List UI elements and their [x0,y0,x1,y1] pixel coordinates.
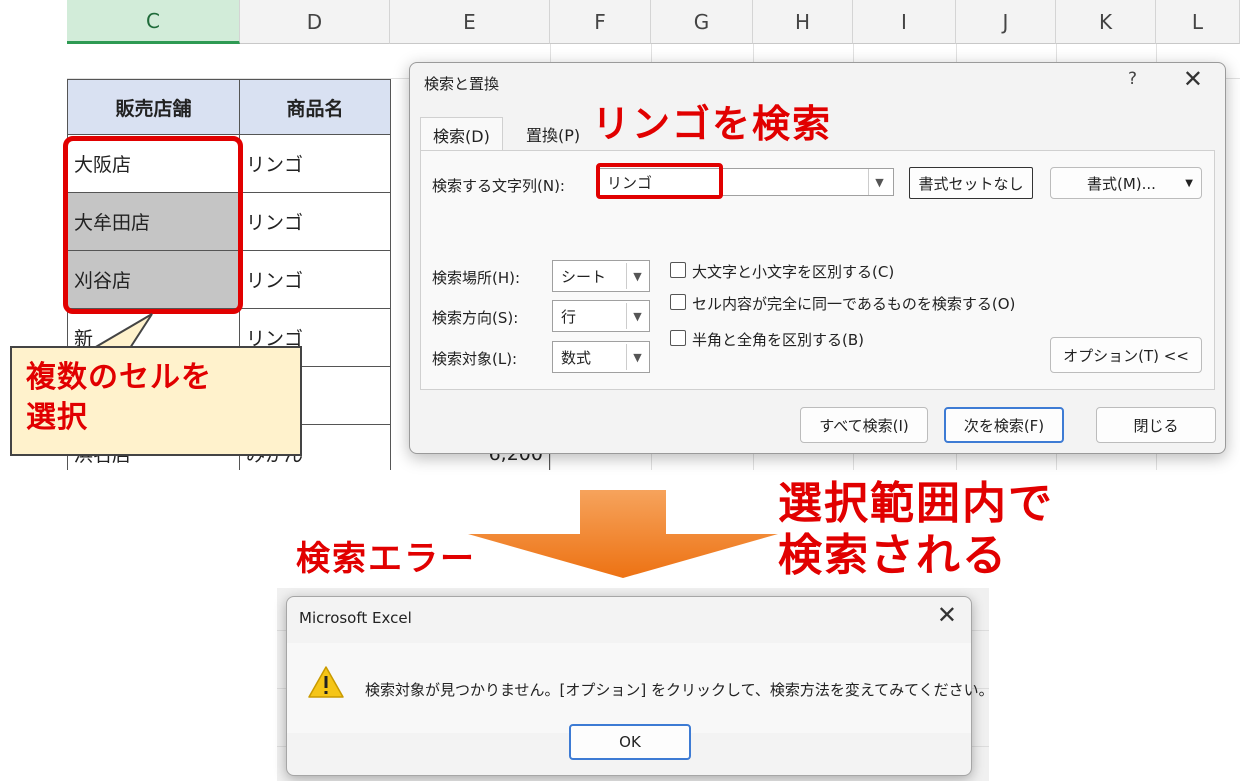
cell-product[interactable]: リンゴ [239,251,391,309]
look-in-label: 検索対象(L): [432,350,518,368]
column-header-k[interactable]: K [1056,0,1156,44]
chevron-down-icon[interactable]: ▼ [626,344,648,370]
close-icon[interactable]: ✕ [1183,65,1203,93]
cell-product[interactable]: リンゴ [239,193,391,251]
help-icon[interactable]: ? [1128,69,1137,89]
callout-box: 複数のセルを 選択 [10,346,302,456]
column-header-e[interactable]: E [390,0,550,44]
column-header-i[interactable]: I [853,0,956,44]
find-annotation-label: リンゴを検索 [592,102,833,146]
error-dialog: Microsoft Excel ✕ 検索対象が見つかりません。[オプション] を… [286,596,994,776]
match-width-checkbox[interactable] [670,330,686,346]
column-header-d[interactable]: D [240,0,390,44]
match-case-label: 大文字と小文字を区別する(C) [692,263,895,281]
match-entire-label: セル内容が完全に同一であるものを検索する(O) [692,295,1016,313]
column-header-l[interactable]: L [1156,0,1240,44]
chevron-down-icon[interactable]: ▼ [626,263,648,289]
callout-line-1: 複数のセルを [26,360,212,395]
header-cell-product[interactable]: 商品名 [239,79,391,135]
find-replace-dialog: 検索と置換 ? ✕ 検索(D) 置換(P) 検索する文字列(N): リンゴ ▼ … [409,62,1226,454]
column-header-c[interactable]: C [67,0,240,44]
options-button[interactable]: オプション(T) << [1050,337,1202,373]
find-next-button[interactable]: 次を検索(F) [944,407,1064,443]
match-entire-checkbox[interactable] [670,294,686,310]
down-arrow-icon [468,490,778,578]
sheet-corner [0,0,67,44]
column-header-f[interactable]: F [550,0,651,44]
chevron-down-icon[interactable]: ▼ [868,169,890,195]
selection-highlight [63,136,243,314]
column-header-g[interactable]: G [651,0,753,44]
warning-icon [308,666,344,698]
dialog-title: 検索と置換 [424,75,500,93]
close-button[interactable]: 閉じる [1096,407,1216,443]
within-label: 検索場所(H): [432,269,521,287]
close-icon[interactable]: ✕ [937,601,957,629]
format-button-label: 書式(M)... [1087,174,1156,193]
column-header-j[interactable]: J [956,0,1056,44]
error-annotation-label: 検索エラー [296,539,476,579]
find-all-button[interactable]: すべて検索(I) [800,407,928,443]
callout-text: 複数のセルを 選択 [26,358,212,438]
match-case-checkbox[interactable] [670,262,686,278]
error-dialog-title: Microsoft Excel [299,609,412,627]
search-direction-label: 検索方向(S): [432,309,519,327]
selection-annotation: 選択範囲内で 検索される [778,478,1054,582]
chevron-down-icon[interactable]: ▼ [626,303,648,329]
no-format-button[interactable]: 書式セットなし [909,167,1033,199]
cell-product[interactable]: リンゴ [239,135,391,193]
ok-button[interactable]: OK [569,724,691,760]
callout-line-2: 選択 [26,400,88,435]
tab-replace[interactable]: 置換(P) [514,117,592,151]
column-header-h[interactable]: H [753,0,853,44]
selection-annotation-line-1: 選択範囲内で [778,478,1054,529]
tab-find[interactable]: 検索(D) [420,117,503,151]
error-message: 検索対象が見つかりません。[オプション] をクリックして、検索方法を変えてみてく… [365,681,994,699]
selection-annotation-line-2: 検索される [778,530,1008,581]
format-button[interactable]: 書式(M)... ▼ [1050,167,1202,199]
match-width-label: 半角と全角を区別する(B) [692,331,864,349]
dropdown-arrow-icon: ▼ [1185,177,1193,189]
find-what-label: 検索する文字列(N): [432,177,565,195]
annotation-highlight-box [596,163,723,199]
header-cell-store[interactable]: 販売店舗 [67,79,240,135]
